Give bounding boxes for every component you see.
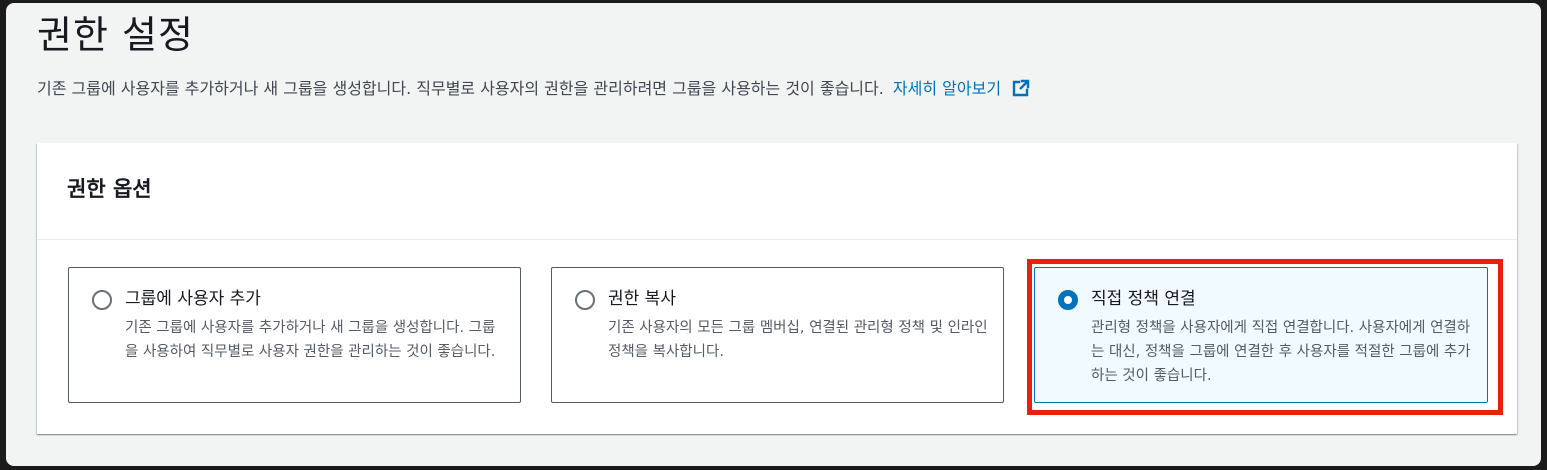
external-link-icon [1012, 79, 1030, 104]
option-description: 관리형 정책을 사용자에게 직접 연결합니다. 사용자에게 연결하는 대신, 정… [1091, 320, 1471, 384]
permissions-page: 권한 설정 기존 그룹에 사용자를 추가하거나 새 그룹을 생성합니다. 직무별… [6, 3, 1541, 466]
learn-more-link[interactable]: 자세히 알아보기 [893, 79, 1030, 98]
option-description: 기존 사용자의 모든 그룹 멤버십, 연결된 관리형 정책 및 인라인 정책을 … [608, 320, 988, 360]
panel-header: 권한 옵션 [37, 143, 1517, 240]
option-add-user-to-group[interactable]: 그룹에 사용자 추가 기존 그룹에 사용자를 추가하거나 새 그룹을 생성합니다… [68, 267, 521, 403]
learn-more-label: 자세히 알아보기 [892, 79, 1002, 98]
permissions-options-panel: 권한 옵션 그룹에 사용자 추가 기존 그룹에 사용자를 추가하거나 새 그룹을… [37, 143, 1517, 434]
panel-title: 권한 옵션 [67, 177, 152, 201]
radio-copy-permissions[interactable] [575, 290, 595, 310]
option-label: 그룹에 사용자 추가 [125, 289, 261, 309]
option-description: 기존 그룹에 사용자를 추가하거나 새 그룹을 생성합니다. 그룹을 사용하여 … [125, 320, 496, 360]
option-copy-permissions[interactable]: 권한 복사 기존 사용자의 모든 그룹 멤버십, 연결된 관리형 정책 및 인라… [551, 267, 1004, 403]
option-label: 권한 복사 [608, 289, 676, 309]
page-description-text: 기존 그룹에 사용자를 추가하거나 새 그룹을 생성합니다. 직무별로 사용자의… [37, 79, 884, 98]
radio-attach-policies-directly[interactable] [1058, 290, 1078, 310]
radio-add-user-to-group[interactable] [92, 290, 112, 310]
page-title: 권한 설정 [37, 13, 194, 57]
option-attach-policies-directly[interactable]: 직접 정책 연결 관리형 정책을 사용자에게 직접 연결합니다. 사용자에게 연… [1034, 267, 1488, 403]
option-label: 직접 정책 연결 [1091, 289, 1196, 309]
page-description: 기존 그룹에 사용자를 추가하거나 새 그룹을 생성합니다. 직무별로 사용자의… [37, 77, 1030, 104]
